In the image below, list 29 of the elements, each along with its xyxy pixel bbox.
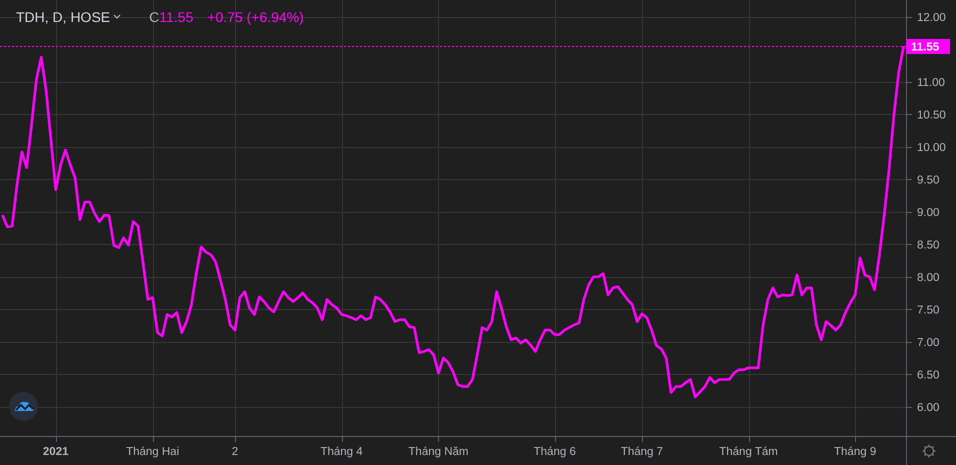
axis-label: 7.00 xyxy=(917,336,940,349)
axis-label: Tháng Hai xyxy=(126,446,180,458)
axis-label: 9.00 xyxy=(917,206,940,219)
axis-label: 11.00 xyxy=(917,76,945,89)
ref-line-label: 11.55 xyxy=(911,42,940,54)
caret-icon xyxy=(113,14,122,20)
axis-label: 6.50 xyxy=(917,369,940,382)
symbol-button[interactable]: TDH, D, HOSE xyxy=(16,9,122,25)
price-tag: 11.55 xyxy=(906,39,950,54)
axis-label: 8.50 xyxy=(917,239,940,252)
axis-label: Tháng 7 xyxy=(620,446,664,458)
axis-label: 10.00 xyxy=(917,142,946,154)
axis-label: Tháng Tám xyxy=(719,446,778,458)
axis-label: 2 xyxy=(232,446,238,458)
close-label: C xyxy=(149,9,160,25)
axis-label: Tháng Năm xyxy=(408,446,468,458)
axis-label: 9.50 xyxy=(917,174,940,186)
change-value: +0.75 (+6.94%) xyxy=(207,9,304,25)
settings-icon[interactable] xyxy=(922,444,936,458)
axis-label: Tháng 9 xyxy=(834,446,876,458)
axis-label: 10.50 xyxy=(917,109,946,122)
axis-label: 8.00 xyxy=(917,272,940,284)
close-value: 11.55 xyxy=(159,9,194,25)
axis-label: Tháng 4 xyxy=(320,446,363,458)
axis-label: 7.50 xyxy=(917,304,940,316)
axis-label: 6.00 xyxy=(917,402,940,414)
axis-label: 2021 xyxy=(42,446,69,458)
axis-label: 12.00 xyxy=(917,12,946,24)
axis-label: Tháng 6 xyxy=(534,446,576,458)
